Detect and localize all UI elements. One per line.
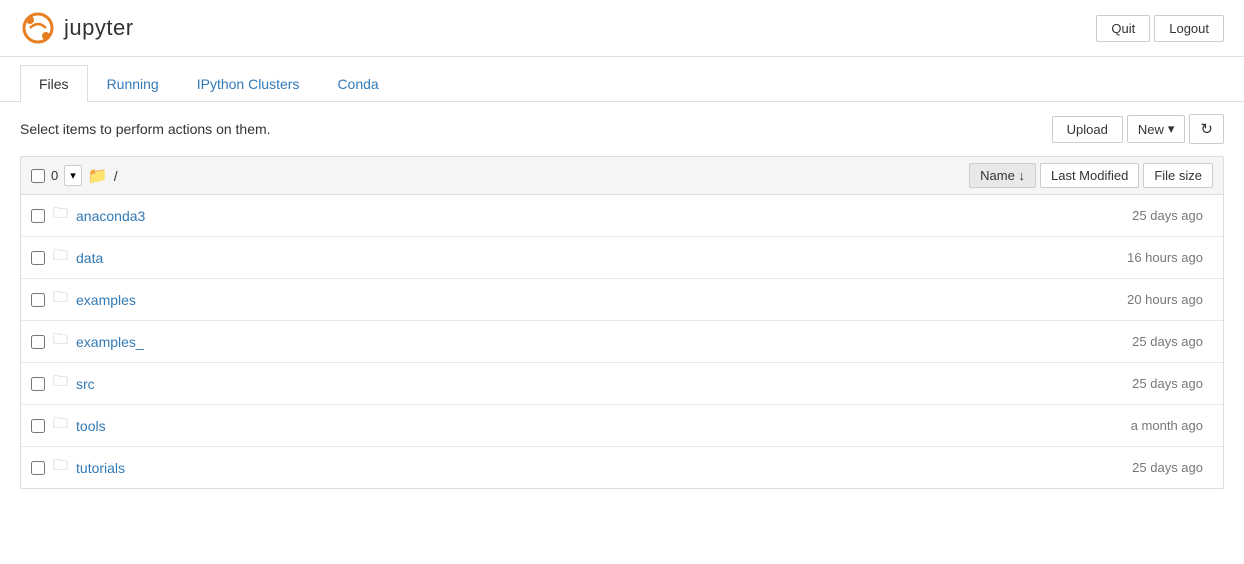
folder-icon: 🗀: [53, 455, 68, 480]
name-sort-arrow: ↓: [1018, 168, 1025, 183]
last-modified-cell: 25 days ago: [1053, 334, 1213, 349]
file-row-left: 🗀 tools: [31, 413, 1053, 438]
header-buttons: Quit Logout: [1096, 15, 1224, 42]
folder-icon: 🗀: [53, 413, 68, 438]
folder-icon: 🗀: [53, 371, 68, 396]
last-modified-sort-button[interactable]: Last Modified: [1040, 163, 1139, 188]
row-checkbox[interactable]: [31, 461, 45, 475]
refresh-button[interactable]: ↻: [1189, 114, 1224, 144]
file-row-left: 🗀 src: [31, 371, 1053, 396]
row-checkbox[interactable]: [31, 251, 45, 265]
file-link[interactable]: data: [76, 250, 103, 266]
tab-files[interactable]: Files: [20, 65, 88, 102]
file-row-left: 🗀 examples: [31, 287, 1053, 312]
tab-conda[interactable]: Conda: [318, 65, 397, 102]
table-row: 🗀 examples 20 hours ago: [21, 279, 1223, 321]
tab-running[interactable]: Running: [88, 65, 178, 102]
folder-icon: 🗀: [53, 203, 68, 228]
table-row: 🗀 tutorials 25 days ago: [21, 447, 1223, 488]
selected-count: 0: [51, 168, 58, 183]
new-button-label: New: [1138, 122, 1164, 137]
file-rows: 🗀 anaconda3 25 days ago 🗀 data 16 hours …: [21, 195, 1223, 488]
table-row: 🗀 tools a month ago: [21, 405, 1223, 447]
last-modified-cell: 25 days ago: [1053, 376, 1213, 391]
file-size-sort-button[interactable]: File size: [1143, 163, 1213, 188]
logout-button[interactable]: Logout: [1154, 15, 1224, 42]
file-row-left: 🗀 anaconda3: [31, 203, 1053, 228]
row-checkbox[interactable]: [31, 335, 45, 349]
row-checkbox[interactable]: [31, 293, 45, 307]
new-button[interactable]: New ▾: [1127, 115, 1186, 143]
tab-ipython-clusters[interactable]: IPython Clusters: [178, 65, 319, 102]
folder-icon: 🗀: [53, 287, 68, 312]
row-checkbox[interactable]: [31, 419, 45, 433]
toolbar-right: Upload New ▾ ↻: [1052, 114, 1224, 144]
file-row-left: 🗀 data: [31, 245, 1053, 270]
last-modified-cell: 20 hours ago: [1053, 292, 1213, 307]
file-link[interactable]: examples: [76, 292, 136, 308]
file-link[interactable]: tools: [76, 418, 106, 434]
toolbar: Select items to perform actions on them.…: [0, 102, 1244, 156]
upload-button[interactable]: Upload: [1052, 116, 1123, 143]
new-button-arrow: ▾: [1168, 121, 1175, 137]
file-row-left: 🗀 tutorials: [31, 455, 1053, 480]
last-modified-cell: a month ago: [1053, 418, 1213, 433]
jupyter-logo-icon: [20, 10, 56, 46]
last-modified-cell: 16 hours ago: [1053, 250, 1213, 265]
logo-text: jupyter: [64, 15, 134, 41]
table-row: 🗀 src 25 days ago: [21, 363, 1223, 405]
current-folder-icon: 📁: [88, 166, 108, 186]
row-checkbox[interactable]: [31, 377, 45, 391]
list-header-left: 0 ▾ 📁 /: [31, 165, 969, 186]
file-link[interactable]: anaconda3: [76, 208, 145, 224]
last-modified-cell: 25 days ago: [1053, 460, 1213, 475]
quit-button[interactable]: Quit: [1096, 15, 1150, 42]
table-row: 🗀 anaconda3 25 days ago: [21, 195, 1223, 237]
tabs-bar: Files Running IPython Clusters Conda: [0, 65, 1244, 102]
folder-icon: 🗀: [53, 245, 68, 270]
last-modified-cell: 25 days ago: [1053, 208, 1213, 223]
file-list-container: 0 ▾ 📁 / Name ↓ Last Modified File size 🗀…: [20, 156, 1224, 489]
file-list-header: 0 ▾ 📁 / Name ↓ Last Modified File size: [21, 157, 1223, 195]
toolbar-info-text: Select items to perform actions on them.: [20, 121, 271, 137]
file-link[interactable]: tutorials: [76, 460, 125, 476]
select-all-checkbox[interactable]: [31, 169, 45, 183]
file-row-left: 🗀 examples_: [31, 329, 1053, 354]
name-sort-label: Name: [980, 168, 1015, 183]
table-row: 🗀 examples_ 25 days ago: [21, 321, 1223, 363]
row-checkbox[interactable]: [31, 209, 45, 223]
list-header-right: Name ↓ Last Modified File size: [969, 163, 1213, 188]
select-dropdown-button[interactable]: ▾: [64, 165, 82, 186]
file-link[interactable]: src: [76, 376, 95, 392]
current-path: /: [114, 168, 118, 184]
folder-icon: 🗀: [53, 329, 68, 354]
logo: jupyter: [20, 10, 134, 46]
header: jupyter Quit Logout: [0, 0, 1244, 57]
table-row: 🗀 data 16 hours ago: [21, 237, 1223, 279]
file-link[interactable]: examples_: [76, 334, 144, 350]
name-sort-button[interactable]: Name ↓: [969, 163, 1036, 188]
